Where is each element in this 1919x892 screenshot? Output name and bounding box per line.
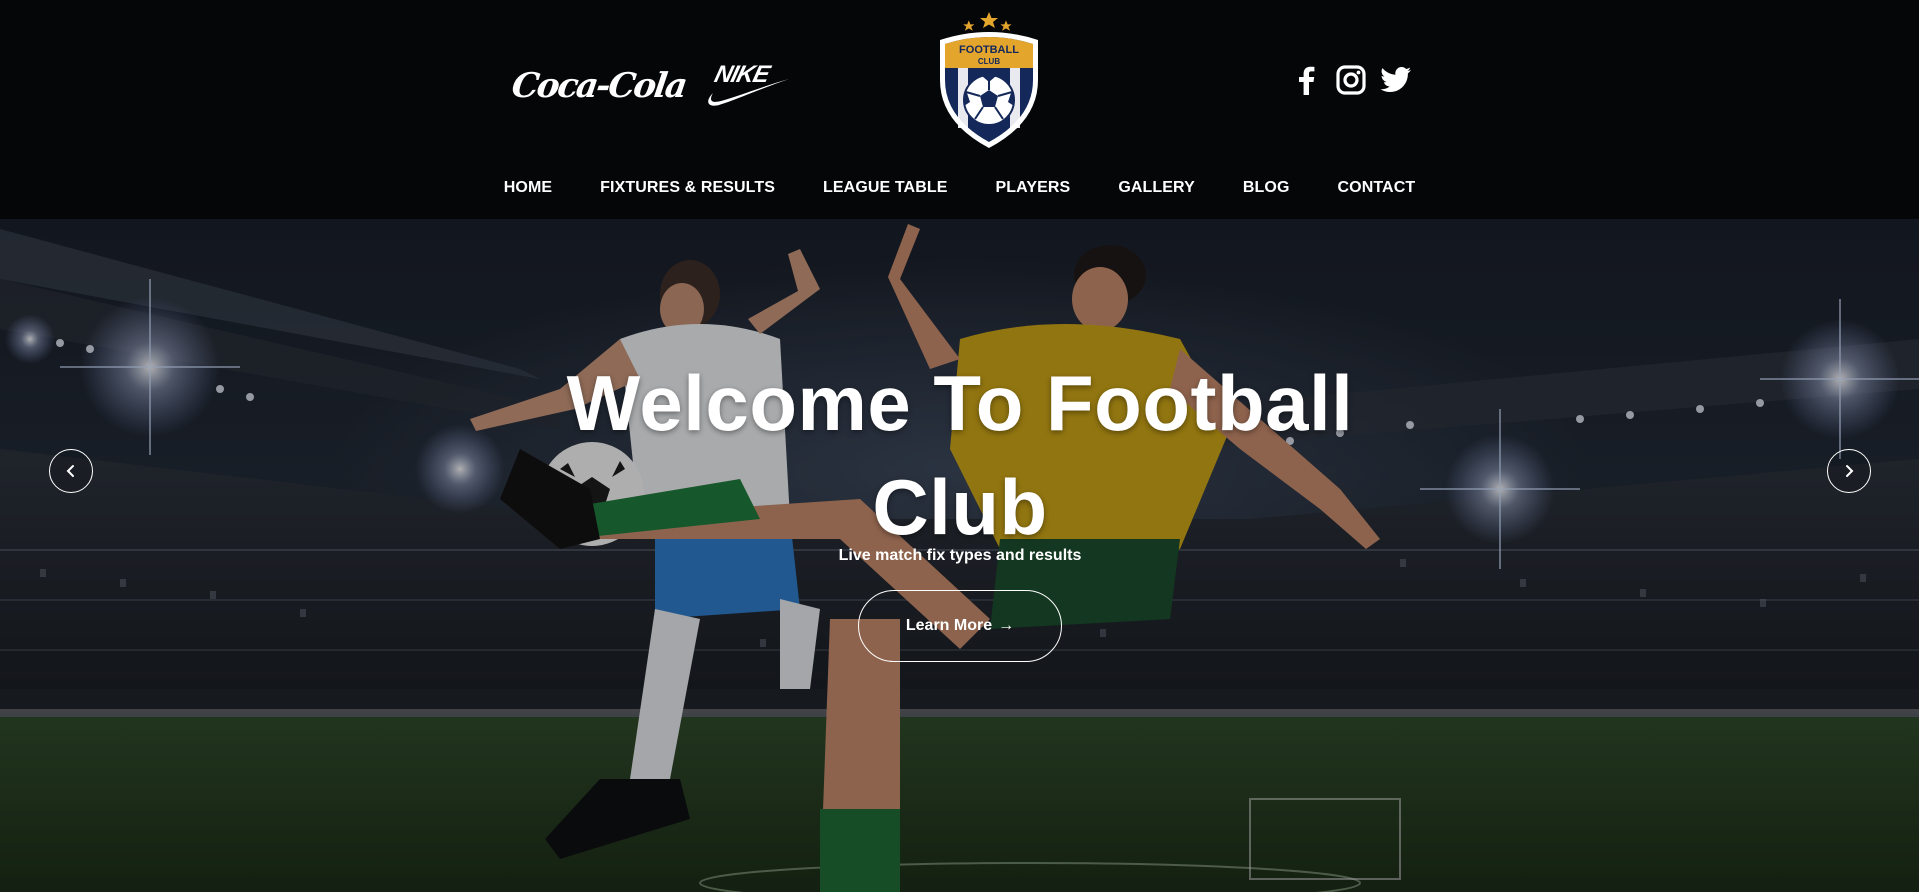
learn-more-button[interactable]: Learn More → [858,590,1062,662]
site-header: Coca-Cola NIKE FOOTBALL CLUB HOME FIXTUR… [0,0,1919,219]
instagram-icon[interactable] [1335,64,1367,96]
hero-title: Welcome To Football Club [566,359,1354,551]
page: Coca-Cola NIKE FOOTBALL CLUB HOME FIXTUR… [0,0,1919,892]
svg-text:CLUB: CLUB [978,57,1000,66]
club-crest-logo[interactable]: FOOTBALL CLUB [926,10,1052,152]
twitter-icon[interactable] [1380,64,1412,96]
nav-players[interactable]: PLAYERS [972,176,1095,200]
sponsor-logos: Coca-Cola NIKE [509,60,793,112]
learn-more-label: Learn More [905,617,993,634]
football-club-crest-icon: FOOTBALL CLUB [940,12,1038,148]
nav-fixtures-results[interactable]: FIXTURES & RESULTS [576,176,799,200]
nav-blog[interactable]: BLOG [1219,176,1314,200]
nav-contact[interactable]: CONTACT [1314,176,1440,200]
hero-subtitle: Live match fix types and results [838,547,1082,564]
nike-logo: NIKE [705,61,793,111]
coca-cola-logo: Coca-Cola [509,66,689,106]
main-nav: HOME FIXTURES & RESULTS LEAGUE TABLE PLA… [0,176,1919,200]
facebook-icon[interactable] [1290,64,1322,96]
nav-home[interactable]: HOME [480,176,576,200]
nav-gallery[interactable]: GALLERY [1094,176,1219,200]
nav-league-table[interactable]: LEAGUE TABLE [799,176,971,200]
slider-prev-button[interactable] [49,449,93,493]
svg-text:FOOTBALL: FOOTBALL [959,44,1019,56]
chevron-left-icon [66,465,74,477]
social-links [1290,64,1412,96]
nike-swoosh-icon [708,79,790,106]
hero-slider: Welcome To Football Club Live match fix … [0,219,1919,892]
arrow-right-icon: → [998,617,1015,634]
slider-next-button[interactable] [1827,449,1871,493]
chevron-right-icon [1846,465,1854,477]
